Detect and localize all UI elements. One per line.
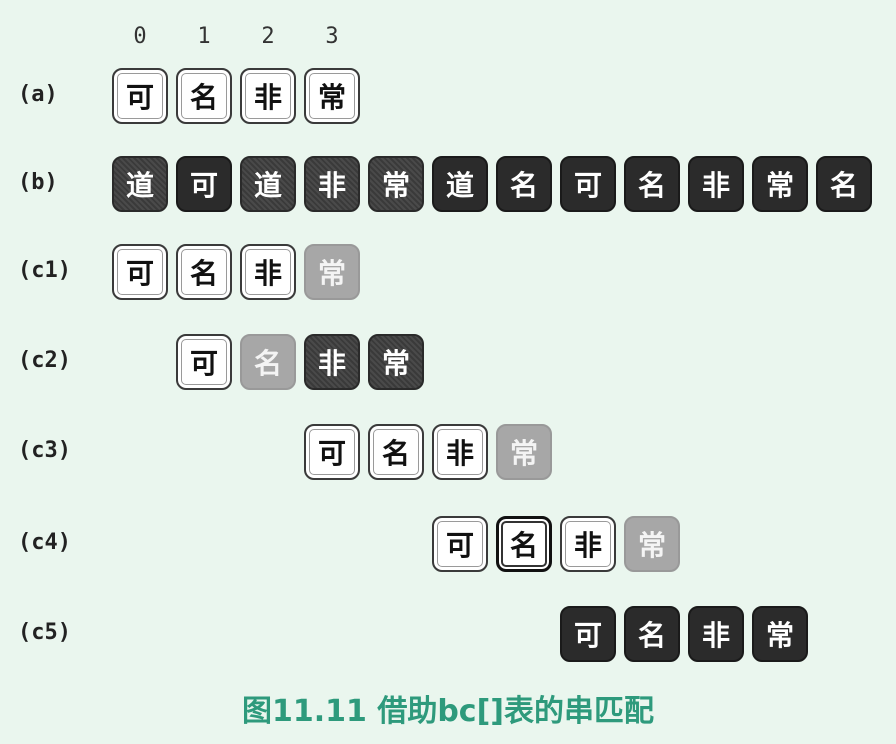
char-cell: 非 bbox=[560, 516, 616, 572]
char-cell: 非 bbox=[688, 606, 744, 662]
row-label: (b) bbox=[18, 170, 58, 195]
char-cell: 名 bbox=[624, 606, 680, 662]
char-cell: 常 bbox=[752, 156, 808, 212]
char-cell: 常 bbox=[496, 424, 552, 480]
row-label: (a) bbox=[18, 82, 58, 107]
column-index: 3 bbox=[325, 24, 339, 49]
char-cell: 可 bbox=[112, 244, 168, 300]
char-cell: 可 bbox=[304, 424, 360, 480]
char-cell: 常 bbox=[368, 334, 424, 390]
column-index: 1 bbox=[197, 24, 211, 49]
char-cell: 可 bbox=[560, 606, 616, 662]
char-cell: 名 bbox=[816, 156, 872, 212]
char-cell: 名 bbox=[624, 156, 680, 212]
char-cell: 常 bbox=[752, 606, 808, 662]
char-cell: 道 bbox=[240, 156, 296, 212]
char-cell: 非 bbox=[240, 244, 296, 300]
char-cell: 可 bbox=[432, 516, 488, 572]
char-cell: 非 bbox=[240, 68, 296, 124]
char-cell: 可 bbox=[176, 334, 232, 390]
row-label: (c3) bbox=[18, 438, 71, 463]
row-label: (c2) bbox=[18, 348, 71, 373]
char-cell: 名 bbox=[176, 244, 232, 300]
char-cell: 常 bbox=[304, 244, 360, 300]
char-cell: 名 bbox=[496, 156, 552, 212]
char-cell: 常 bbox=[368, 156, 424, 212]
column-index: 0 bbox=[133, 24, 147, 49]
column-index: 2 bbox=[261, 24, 275, 49]
char-cell: 非 bbox=[304, 156, 360, 212]
char-cell: 常 bbox=[624, 516, 680, 572]
char-cell: 道 bbox=[112, 156, 168, 212]
row-label: (c4) bbox=[18, 530, 71, 555]
char-cell: 可 bbox=[112, 68, 168, 124]
figure-caption: 图11.11 借助bc[]表的串匹配 bbox=[241, 694, 655, 729]
char-cell: 名 bbox=[240, 334, 296, 390]
diagram-stage: 0 1 2 3 (a) 可名非常 (b) 道可道非常道名可名非常名 (c1) 可名非常 (c2) 可名… bbox=[0, 0, 896, 744]
char-cell: 常 bbox=[304, 68, 360, 124]
char-cell: 非 bbox=[432, 424, 488, 480]
char-cell: 非 bbox=[688, 156, 744, 212]
char-cell: 可 bbox=[176, 156, 232, 212]
row-label: (c5) bbox=[18, 620, 71, 645]
char-cell: 可 bbox=[560, 156, 616, 212]
row-label: (c1) bbox=[18, 258, 71, 283]
char-cell: 非 bbox=[304, 334, 360, 390]
char-cell: 名 bbox=[176, 68, 232, 124]
char-cell: 名 bbox=[368, 424, 424, 480]
char-cell: 名 bbox=[496, 516, 552, 572]
char-cell: 道 bbox=[432, 156, 488, 212]
